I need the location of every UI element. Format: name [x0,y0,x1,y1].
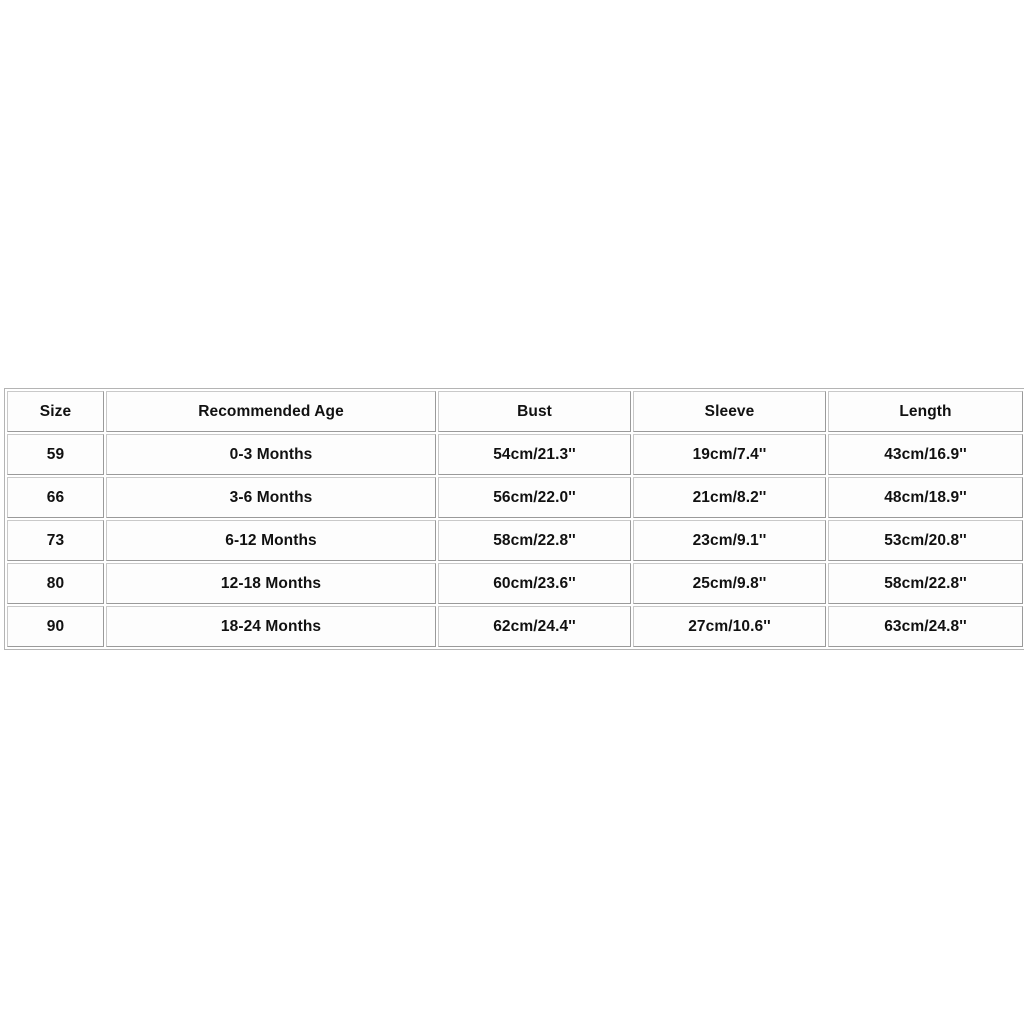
column-header-age: Recommended Age [106,391,436,432]
column-header-length: Length [828,391,1023,432]
table-row: 73 6-12 Months 58cm/22.8'' 23cm/9.1'' 53… [7,520,1023,561]
cell-size: 90 [7,606,104,647]
cell-length: 58cm/22.8'' [828,563,1023,604]
cell-age: 0-3 Months [106,434,436,475]
table-row: 66 3-6 Months 56cm/22.0'' 21cm/8.2'' 48c… [7,477,1023,518]
cell-sleeve: 23cm/9.1'' [633,520,826,561]
cell-sleeve: 21cm/8.2'' [633,477,826,518]
table-header: Size Recommended Age Bust Sleeve Length [7,391,1023,432]
cell-sleeve: 19cm/7.4'' [633,434,826,475]
table-header-row: Size Recommended Age Bust Sleeve Length [7,391,1023,432]
table-body: 59 0-3 Months 54cm/21.3'' 19cm/7.4'' 43c… [7,434,1023,647]
cell-age: 12-18 Months [106,563,436,604]
cell-sleeve: 25cm/9.8'' [633,563,826,604]
column-header-bust: Bust [438,391,631,432]
cell-sleeve: 27cm/10.6'' [633,606,826,647]
cell-size: 59 [7,434,104,475]
size-chart-container: Size Recommended Age Bust Sleeve Length … [4,388,1024,650]
column-header-sleeve: Sleeve [633,391,826,432]
cell-age: 3-6 Months [106,477,436,518]
cell-length: 43cm/16.9'' [828,434,1023,475]
cell-bust: 54cm/21.3'' [438,434,631,475]
cell-bust: 62cm/24.4'' [438,606,631,647]
cell-length: 63cm/24.8'' [828,606,1023,647]
cell-length: 48cm/18.9'' [828,477,1023,518]
cell-size: 80 [7,563,104,604]
column-header-size: Size [7,391,104,432]
cell-bust: 60cm/23.6'' [438,563,631,604]
cell-size: 73 [7,520,104,561]
cell-age: 18-24 Months [106,606,436,647]
table-row: 59 0-3 Months 54cm/21.3'' 19cm/7.4'' 43c… [7,434,1023,475]
cell-age: 6-12 Months [106,520,436,561]
cell-length: 53cm/20.8'' [828,520,1023,561]
cell-bust: 56cm/22.0'' [438,477,631,518]
table-row: 80 12-18 Months 60cm/23.6'' 25cm/9.8'' 5… [7,563,1023,604]
cell-size: 66 [7,477,104,518]
cell-bust: 58cm/22.8'' [438,520,631,561]
table-row: 90 18-24 Months 62cm/24.4'' 27cm/10.6'' … [7,606,1023,647]
size-chart-table: Size Recommended Age Bust Sleeve Length … [4,388,1024,650]
